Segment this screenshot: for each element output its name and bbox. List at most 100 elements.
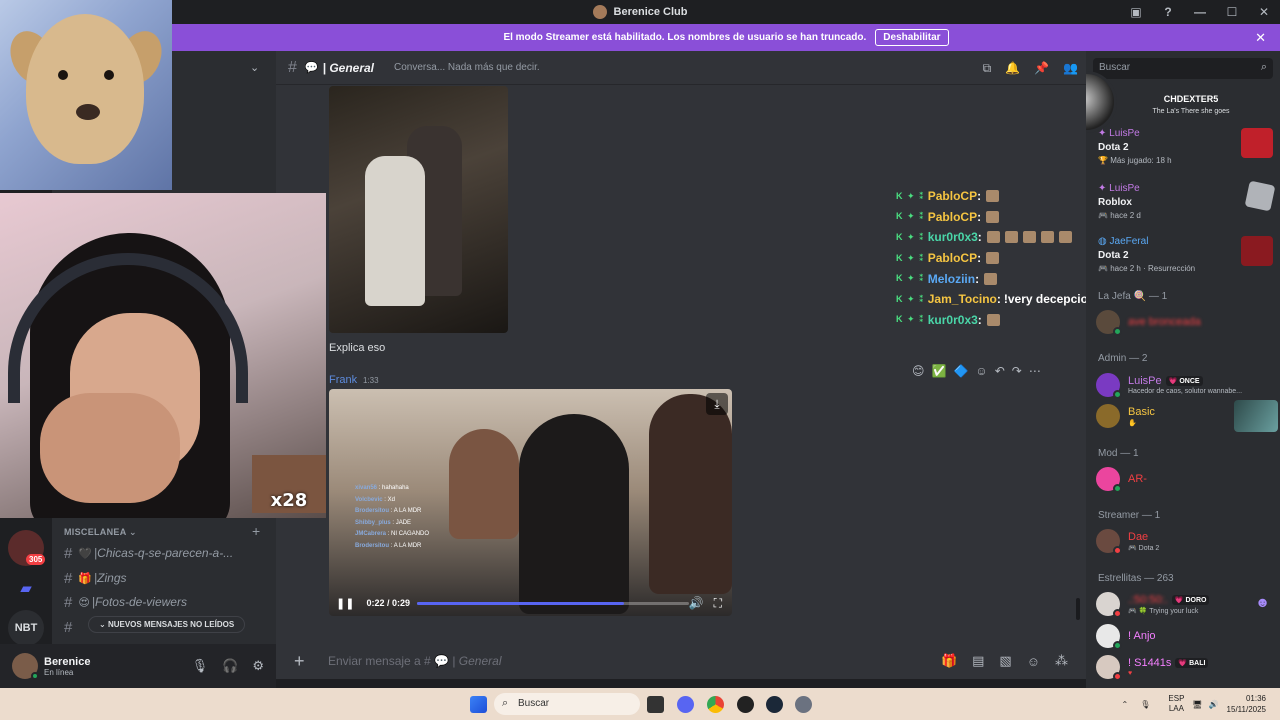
chevron-up-icon[interactable]: ⌃ bbox=[1122, 700, 1129, 709]
composer-placeholder: Enviar mensaje a # 💬 | General bbox=[328, 654, 502, 668]
channel-topic[interactable]: Conversa... Nada más que decir. bbox=[394, 62, 540, 73]
headphones-icon[interactable]: 🎧 bbox=[222, 658, 238, 674]
activity-card[interactable]: ✦ LuisPe Roblox 🎮 hace 2 d bbox=[1098, 180, 1276, 233]
gif-icon[interactable]: ▤ bbox=[972, 653, 984, 669]
server-icon[interactable]: 305 bbox=[8, 530, 46, 566]
member-list-icon[interactable]: 👥 bbox=[1063, 61, 1078, 75]
search-input[interactable]: Buscar ⌕ bbox=[1093, 58, 1273, 79]
emote-icon bbox=[986, 231, 1000, 244]
channel-item[interactable]: # 😍 | Fotos-de-viewers bbox=[64, 592, 270, 612]
avatar[interactable] bbox=[1086, 71, 1117, 133]
discord-icon[interactable] bbox=[677, 696, 694, 713]
server-nbt[interactable]: NBT bbox=[8, 610, 44, 646]
pause-icon[interactable]: ❚❚ bbox=[336, 597, 354, 610]
chrome-icon[interactable] bbox=[707, 696, 724, 713]
stream-chat-user: Meloziin bbox=[927, 271, 976, 286]
minimize-button[interactable]: — bbox=[1184, 0, 1216, 24]
stream-chat-user: Jam_Tocino bbox=[927, 292, 997, 307]
message-image[interactable] bbox=[329, 86, 508, 333]
chat-badges-icon: K ✦ ⁑ bbox=[896, 190, 925, 201]
more-icon[interactable]: ⋯ bbox=[1029, 364, 1041, 378]
member-item[interactable]: LuisPe 💗 ONCE Hacedor de caos, solutor wa… bbox=[1096, 371, 1274, 399]
sticker-icon[interactable]: ▧ bbox=[999, 653, 1011, 669]
video-figure bbox=[649, 394, 732, 594]
checkmark-icon[interactable]: ✅ bbox=[932, 364, 947, 378]
unread-messages-pill[interactable]: ⌄ NUEVOS MENSAJES NO LEÍDOS bbox=[88, 616, 246, 633]
chat-badges-icon: K ✦ ⁑ bbox=[896, 293, 925, 304]
download-icon[interactable]: ⤓ bbox=[706, 393, 728, 415]
chat-scrollbar[interactable] bbox=[1076, 598, 1080, 620]
file-explorer-icon[interactable] bbox=[647, 696, 664, 713]
threads-icon[interactable]: ⧉ bbox=[983, 61, 992, 76]
close-window-button[interactable]: ✕ bbox=[1248, 0, 1280, 24]
language-indicator[interactable]: ESP LAA bbox=[1168, 694, 1184, 714]
reaction-icon[interactable]: 🔷 bbox=[953, 364, 968, 378]
member-item[interactable]: .:50:50:. 💗 DORO 🎮 🍀 Trying your luck ☻ bbox=[1096, 590, 1274, 618]
video-chat-line: JMCabrera : NI CAGANDO bbox=[355, 531, 430, 537]
member-item[interactable]: Dae 🎮 Dota 2 bbox=[1096, 527, 1274, 555]
stream-chat-line: K ✦ ⁑ PabloCP : bbox=[896, 207, 1086, 228]
settings-icon[interactable] bbox=[795, 696, 812, 713]
clock[interactable]: 01:36 15/11/2025 bbox=[1227, 693, 1266, 715]
volume-icon[interactable]: 🔊 bbox=[689, 596, 704, 611]
taskbar-search[interactable]: ⌕ Buscar bbox=[494, 693, 640, 715]
gift-icon[interactable]: 🎁 bbox=[941, 653, 957, 669]
video-player[interactable]: ⤓ xivan56 : hahahaha Volcbevic : Xd Broder… bbox=[329, 389, 732, 616]
add-attachment-icon[interactable]: + bbox=[294, 651, 305, 672]
reply-icon[interactable]: ↶ bbox=[995, 364, 1005, 378]
webcam-pet bbox=[0, 0, 172, 190]
channel-item[interactable]: # 🖤 | Chicas-q-se-parecen-a-... bbox=[64, 543, 270, 563]
microphone-icon[interactable]: 🎙 bbox=[1140, 700, 1150, 709]
member-item[interactable]: ave bronceada bbox=[1096, 308, 1274, 336]
message-timestamp: 1:33 bbox=[363, 376, 379, 385]
hash-icon: # bbox=[64, 544, 73, 562]
profile-subtitle: The La's There she goes bbox=[1152, 108, 1230, 115]
reaction-icon[interactable]: 😊 bbox=[912, 364, 925, 378]
activity-card[interactable]: ◍ JaeFeral Dota 2 🎮 hace 2 h · Resurrecc… bbox=[1098, 236, 1273, 286]
gear-icon[interactable]: ⚙ bbox=[252, 658, 264, 674]
message-composer[interactable]: + Enviar mensaje a # 💬 | General 🎁 ▤ ▧ ☺… bbox=[276, 643, 1086, 679]
forward-icon[interactable]: ↷ bbox=[1012, 364, 1022, 378]
avatar bbox=[1096, 404, 1120, 428]
category-miscelanea[interactable]: MISCELANEA ⌄ bbox=[64, 527, 137, 538]
pin-icon[interactable]: 📌 bbox=[1034, 61, 1049, 75]
add-reaction-icon[interactable]: ☺ bbox=[975, 364, 987, 378]
volume-icon[interactable]: 🔊 bbox=[1209, 700, 1219, 709]
close-icon[interactable]: ✕ bbox=[1255, 30, 1266, 46]
message-author[interactable]: Frank bbox=[329, 374, 357, 386]
steam-icon[interactable] bbox=[766, 696, 783, 713]
member-item[interactable]: AR- bbox=[1096, 465, 1274, 493]
disable-streamer-button[interactable]: Deshabilitar bbox=[875, 29, 949, 46]
microphone-icon[interactable]: 🎙 bbox=[192, 658, 209, 674]
help-icon[interactable]: ? bbox=[1152, 0, 1184, 24]
chevron-down-icon[interactable]: ⌄ bbox=[250, 61, 259, 74]
stream-chat-user: PabloCP bbox=[927, 189, 978, 204]
member-item[interactable]: Basic ✋ bbox=[1096, 400, 1278, 432]
apps-icon[interactable]: ⁂ bbox=[1055, 653, 1068, 669]
inbox-icon[interactable]: ▣ bbox=[1120, 0, 1152, 24]
channel-item[interactable]: # 🎁 | Zings bbox=[64, 568, 270, 588]
add-channel-icon[interactable]: + bbox=[252, 523, 260, 539]
member-item[interactable]: ! Anjo bbox=[1096, 622, 1274, 650]
emoji-icon[interactable]: ☺ bbox=[1027, 654, 1040, 669]
avatar[interactable] bbox=[12, 653, 39, 680]
video-progress-bar[interactable] bbox=[417, 602, 689, 605]
obs-icon[interactable] bbox=[737, 696, 754, 713]
folder-icon[interactable]: ▰ bbox=[8, 570, 44, 606]
message-text: Explica eso bbox=[329, 342, 386, 354]
windows-start-icon[interactable] bbox=[470, 696, 487, 713]
member-item[interactable]: ! S1441s 💗 BALI ♥ bbox=[1096, 653, 1274, 681]
activity-card[interactable]: ✦ LuisPe Dota 2 🏆 Más jugado: 18 h bbox=[1098, 128, 1273, 178]
bell-icon[interactable]: 🔔 bbox=[1005, 61, 1020, 75]
webcam-streamer: x28 bbox=[0, 193, 326, 518]
member-banner bbox=[1234, 400, 1278, 432]
colon: : bbox=[977, 230, 982, 245]
network-icon[interactable]: 🖥 bbox=[1192, 700, 1202, 709]
game-icon bbox=[1241, 128, 1273, 158]
stream-chat-text: !very decepcion bbox=[1003, 292, 1096, 307]
fullscreen-icon[interactable]: ⛶ bbox=[714, 596, 722, 611]
hash-icon: # bbox=[64, 569, 73, 587]
member-group-header: Estrellitas — 263 bbox=[1098, 573, 1174, 584]
maximize-button[interactable]: ☐ bbox=[1216, 0, 1248, 24]
hash-icon: # bbox=[288, 58, 297, 76]
